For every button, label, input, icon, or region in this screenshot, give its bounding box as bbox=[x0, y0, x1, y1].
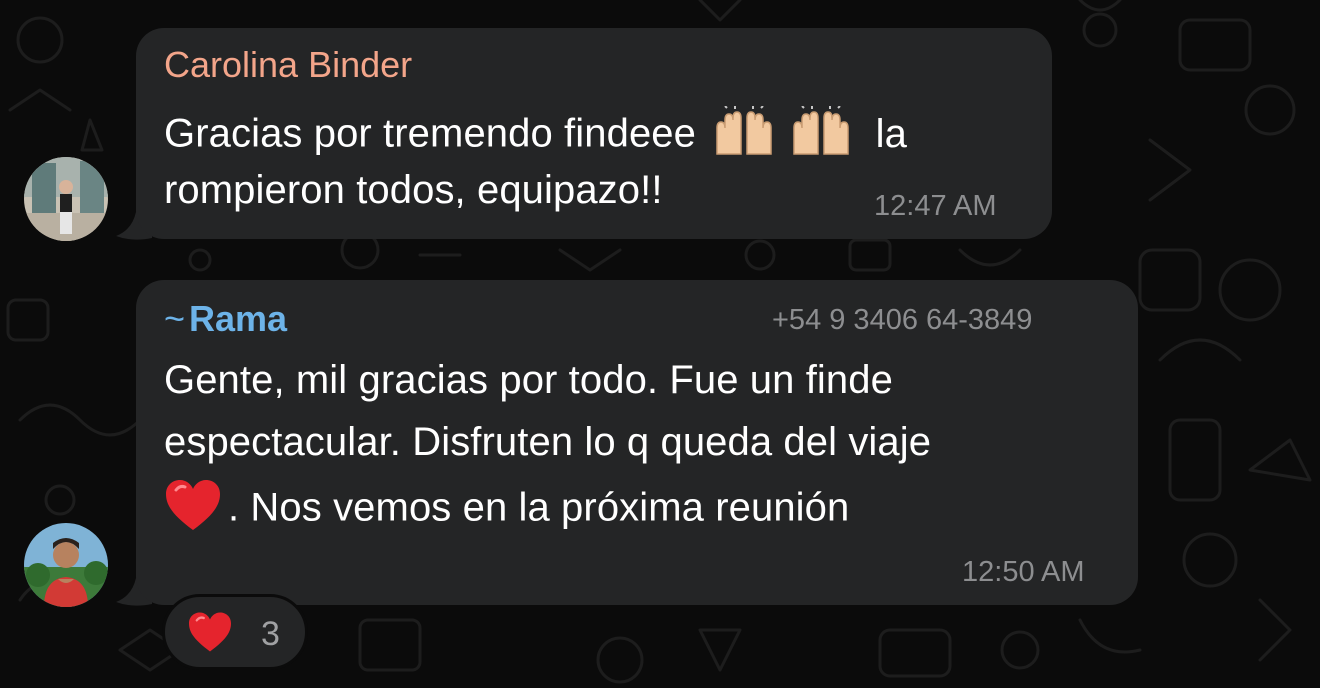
reaction-pill[interactable]: 3 bbox=[162, 594, 308, 670]
message-text: Gracias por tremendo findeee bbox=[164, 111, 696, 156]
message-timestamp: 12:50 AM bbox=[962, 556, 1085, 588]
message-text: la bbox=[875, 111, 907, 156]
reaction-count: 3 bbox=[261, 615, 280, 653]
message-text-line-1: Gente, mil gracias por todo. Fue un find… bbox=[164, 358, 893, 402]
avatar-photo-icon bbox=[24, 523, 108, 607]
avatar-carolina[interactable] bbox=[24, 157, 108, 241]
sender-name-text: Rama bbox=[189, 298, 288, 339]
message-text-line-1: Gracias por tremendo findeee la bbox=[164, 105, 907, 166]
message-text: . Nos vemos en la próxima reunión bbox=[228, 485, 850, 530]
sender-name[interactable]: ~ Rama bbox=[164, 298, 287, 340]
message-text-line-3: . Nos vemos en la próxima reunión bbox=[164, 478, 849, 542]
sender-phone: +54 9 3406 64-3849 bbox=[772, 304, 1033, 336]
red-heart-icon bbox=[164, 478, 222, 542]
sender-name[interactable]: Carolina Binder bbox=[164, 44, 412, 86]
message-timestamp: 12:47 AM bbox=[874, 190, 997, 222]
message-bubble[interactable]: Carolina Binder Gracias por tremendo fin… bbox=[136, 28, 1052, 239]
red-heart-icon bbox=[187, 611, 233, 658]
raising-hands-icon bbox=[790, 105, 854, 166]
sender-prefix: ~ bbox=[164, 298, 186, 339]
avatar-rama[interactable] bbox=[24, 523, 108, 607]
message-text-line-2: rompieron todos, equipazo!! bbox=[164, 168, 663, 212]
avatar-photo-icon bbox=[24, 157, 108, 241]
message-bubble[interactable]: ~ Rama +54 9 3406 64-3849 Gente, mil grac… bbox=[136, 280, 1138, 605]
message-text-line-2: espectacular. Disfruten lo q queda del v… bbox=[164, 420, 932, 464]
raising-hands-icon bbox=[713, 105, 777, 166]
